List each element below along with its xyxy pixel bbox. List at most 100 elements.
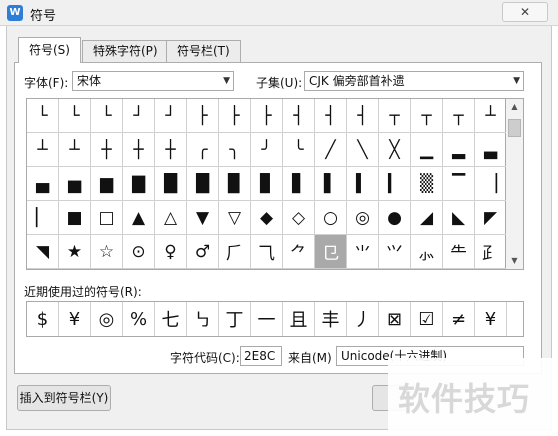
symbol-cell[interactable]: ▁ xyxy=(411,133,443,167)
recent-symbol-cell[interactable]: ㇉ xyxy=(187,302,219,336)
symbol-cell[interactable]: ◢ xyxy=(411,201,443,235)
symbol-cell[interactable]: █ xyxy=(155,167,187,201)
symbol-cell[interactable]: ┬ xyxy=(443,99,475,133)
symbol-cell[interactable]: △ xyxy=(155,201,187,235)
symbol-cell[interactable]: ┼ xyxy=(91,133,123,167)
symbol-cell[interactable]: ┬ xyxy=(411,99,443,133)
symbol-cell[interactable]: ┘ xyxy=(123,99,155,133)
symbol-cell[interactable]: ◤ xyxy=(475,201,507,235)
symbol-cell[interactable]: ╮ xyxy=(219,133,251,167)
symbol-cell[interactable]: ▏ xyxy=(27,201,59,235)
symbol-cell[interactable]: ╭ xyxy=(187,133,219,167)
symbol-cell[interactable]: ├ xyxy=(219,99,251,133)
symbol-cell[interactable]: ┼ xyxy=(155,133,187,167)
symbol-cell[interactable]: ╰ xyxy=(283,133,315,167)
symbol-cell[interactable]: ⺧ xyxy=(443,235,475,269)
tab-special-chars[interactable]: 特殊字符(P) xyxy=(82,40,169,62)
symbol-cell[interactable]: ⺪ xyxy=(475,235,507,269)
symbol-cell[interactable]: ▋ xyxy=(283,167,315,201)
symbol-cell[interactable]: ▉ xyxy=(219,167,251,201)
symbol-cell[interactable]: ◣ xyxy=(443,201,475,235)
symbol-cell[interactable]: ⺗ xyxy=(411,235,443,269)
recent-symbol-cell[interactable]: 七 xyxy=(155,302,187,336)
symbol-cell[interactable]: ▂ xyxy=(443,133,475,167)
symbol-cell[interactable]: ┤ xyxy=(347,99,379,133)
symbol-cell[interactable]: ▎ xyxy=(379,167,411,201)
symbol-cell[interactable]: ▃ xyxy=(475,133,507,167)
recent-symbol-cell[interactable]: 一 xyxy=(251,302,283,336)
recent-symbol-cell[interactable]: $ xyxy=(27,302,59,336)
symbol-cell[interactable]: ▒ xyxy=(411,167,443,201)
scroll-thumb[interactable] xyxy=(508,119,521,137)
subset-select[interactable]: CJK 偏旁部首补遗 ▼ xyxy=(304,71,524,91)
recent-symbol-cell[interactable]: 丿 xyxy=(347,302,379,336)
symbol-cell[interactable]: ┘ xyxy=(155,99,187,133)
symbol-cell[interactable]: ▇ xyxy=(123,167,155,201)
recent-symbol-cell[interactable]: ⊠ xyxy=(379,302,411,336)
symbol-cell[interactable]: ┤ xyxy=(315,99,347,133)
symbol-cell[interactable]: █ xyxy=(187,167,219,201)
symbol-cell[interactable]: ☆ xyxy=(91,235,123,269)
symbol-cell[interactable]: ▕ xyxy=(475,167,507,201)
symbol-cell[interactable]: ⺁ xyxy=(219,235,251,269)
symbol-cell[interactable]: ⺍ xyxy=(379,235,411,269)
symbol-cell[interactable]: ╲ xyxy=(347,133,379,167)
scroll-up-icon[interactable]: ▲ xyxy=(506,99,523,115)
symbol-cell[interactable]: ├ xyxy=(251,99,283,133)
symbol-cell[interactable]: └ xyxy=(91,99,123,133)
symbol-cell[interactable]: ⊙ xyxy=(123,235,155,269)
symbol-cell[interactable]: ■ xyxy=(59,201,91,235)
symbol-cell[interactable]: ⺌ xyxy=(347,235,379,269)
close-button[interactable]: ✕ xyxy=(502,2,548,22)
symbol-cell[interactable]: ▲ xyxy=(123,201,155,235)
symbol-cell[interactable]: ◎ xyxy=(347,201,379,235)
symbol-cell[interactable]: ▔ xyxy=(443,167,475,201)
symbol-cell[interactable]: ▼ xyxy=(187,201,219,235)
symbol-cell[interactable]: ▊ xyxy=(251,167,283,201)
char-code-field[interactable]: 2E8C xyxy=(240,346,282,366)
symbol-cell[interactable]: ▆ xyxy=(91,167,123,201)
symbol-cell[interactable]: ┼ xyxy=(123,133,155,167)
symbol-cell[interactable]: ╯ xyxy=(251,133,283,167)
symbol-cell[interactable]: ├ xyxy=(187,99,219,133)
recent-symbol-cell[interactable]: ◎ xyxy=(91,302,123,336)
symbol-cell[interactable]: ┤ xyxy=(283,99,315,133)
symbol-cell[interactable]: ┴ xyxy=(475,99,507,133)
symbol-cell[interactable]: ⺄ xyxy=(251,235,283,269)
symbol-cell[interactable]: ◆ xyxy=(251,201,283,235)
symbol-cell[interactable]: ▍ xyxy=(347,167,379,201)
scroll-down-icon[interactable]: ▼ xyxy=(506,253,523,269)
recent-symbol-cell[interactable]: 丰 xyxy=(315,302,347,336)
symbol-cell[interactable]: ● xyxy=(379,201,411,235)
symbol-cell[interactable]: └ xyxy=(27,99,59,133)
insert-to-symbol-bar-button[interactable]: 插入到符号栏(Y) xyxy=(17,385,111,411)
symbol-cell[interactable]: ╱ xyxy=(315,133,347,167)
symbol-cell[interactable]: └ xyxy=(59,99,91,133)
recent-symbol-cell[interactable]: ☑ xyxy=(411,302,443,336)
recent-symbol-cell[interactable]: ¥ xyxy=(475,302,507,336)
symbol-cell[interactable]: ┴ xyxy=(59,133,91,167)
tab-symbol-bar[interactable]: 符号栏(T) xyxy=(166,40,241,62)
tab-symbols[interactable]: 符号(S) xyxy=(18,37,81,63)
recent-symbol-cell[interactable]: % xyxy=(123,302,155,336)
symbol-cell[interactable]: ◇ xyxy=(283,201,315,235)
symbol-cell[interactable]: ♀ xyxy=(155,235,187,269)
symbol-grid-scrollbar[interactable]: ▲ ▼ xyxy=(506,98,524,270)
symbol-cell[interactable]: ♂ xyxy=(187,235,219,269)
symbol-cell[interactable]: ⺈ xyxy=(283,235,315,269)
recent-symbol-cell[interactable]: ¥ xyxy=(59,302,91,336)
symbol-cell[interactable]: ▄ xyxy=(27,167,59,201)
symbol-cell[interactable]: ▌ xyxy=(315,167,347,201)
symbol-cell[interactable]: ★ xyxy=(59,235,91,269)
font-select[interactable]: 宋体 ▼ xyxy=(72,71,234,91)
recent-symbol-cell[interactable]: 且 xyxy=(283,302,315,336)
symbol-cell[interactable]: ▽ xyxy=(219,201,251,235)
symbol-cell[interactable]: ▅ xyxy=(59,167,91,201)
symbol-cell[interactable]: ⺋ xyxy=(315,235,347,269)
recent-symbol-cell[interactable]: 丁 xyxy=(219,302,251,336)
symbol-cell[interactable]: ╳ xyxy=(379,133,411,167)
recent-symbol-cell[interactable]: ≠ xyxy=(443,302,475,336)
symbol-cell[interactable]: ◥ xyxy=(27,235,59,269)
symbol-cell[interactable]: ┴ xyxy=(27,133,59,167)
symbol-cell[interactable]: ┬ xyxy=(379,99,411,133)
